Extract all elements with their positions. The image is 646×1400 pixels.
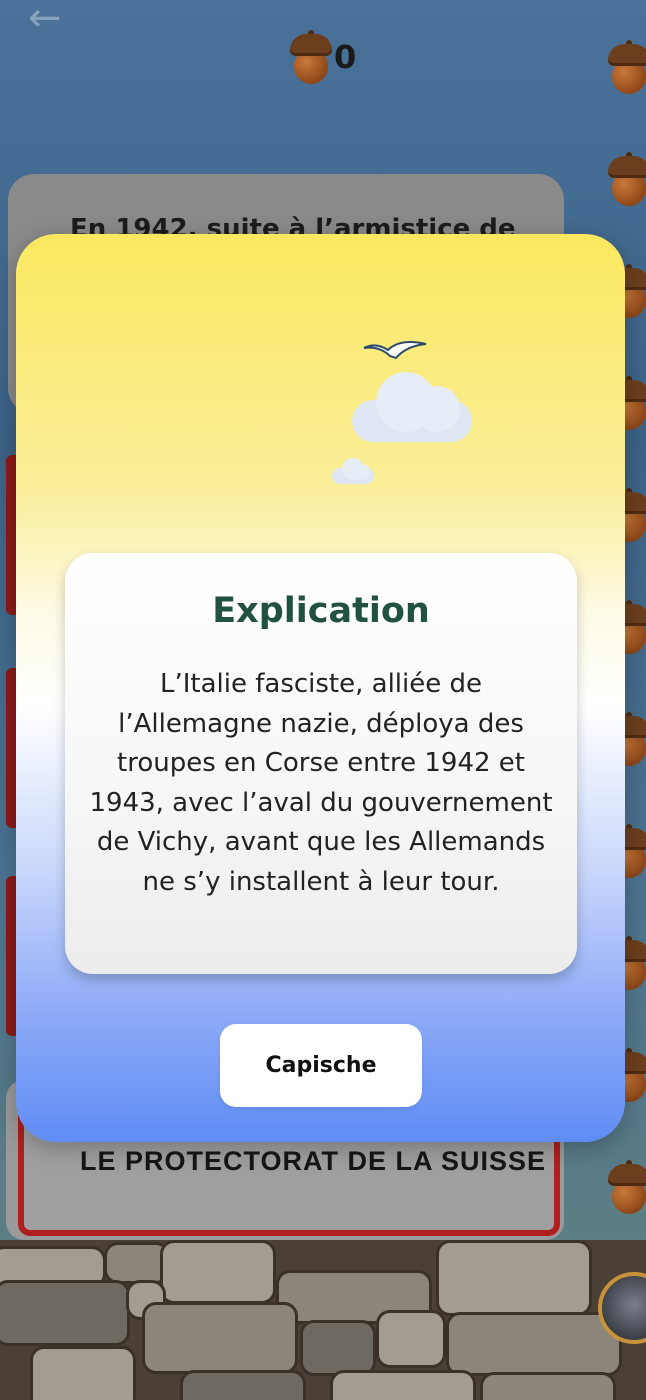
answer-option-label: LE PROTECTORAT DE LA SUISSE — [80, 1146, 547, 1176]
cloud-icon — [332, 458, 374, 484]
score-value: 0 — [334, 38, 357, 76]
stone-wall — [0, 1240, 646, 1400]
explanation-card: Explication L’Italie fasciste, alliée de… — [65, 553, 577, 974]
acorn-icon — [606, 1160, 646, 1214]
cloud-icon — [352, 372, 472, 442]
arrow-left-icon: ← — [28, 0, 62, 41]
acorn-icon — [606, 40, 646, 94]
seagull-icon — [363, 341, 427, 360]
acorn-icon — [288, 30, 334, 84]
capische-button[interactable]: Capische — [220, 1024, 422, 1107]
explanation-title: Explication — [212, 591, 430, 631]
acorn-icon — [606, 152, 646, 206]
back-button[interactable]: ← — [28, 0, 72, 40]
explanation-modal: Explication L’Italie fasciste, alliée de… — [16, 234, 625, 1142]
explanation-text: L’Italie fasciste, alliée de l’Allemagne… — [89, 669, 553, 897]
acorn-score: 0 — [288, 30, 356, 84]
